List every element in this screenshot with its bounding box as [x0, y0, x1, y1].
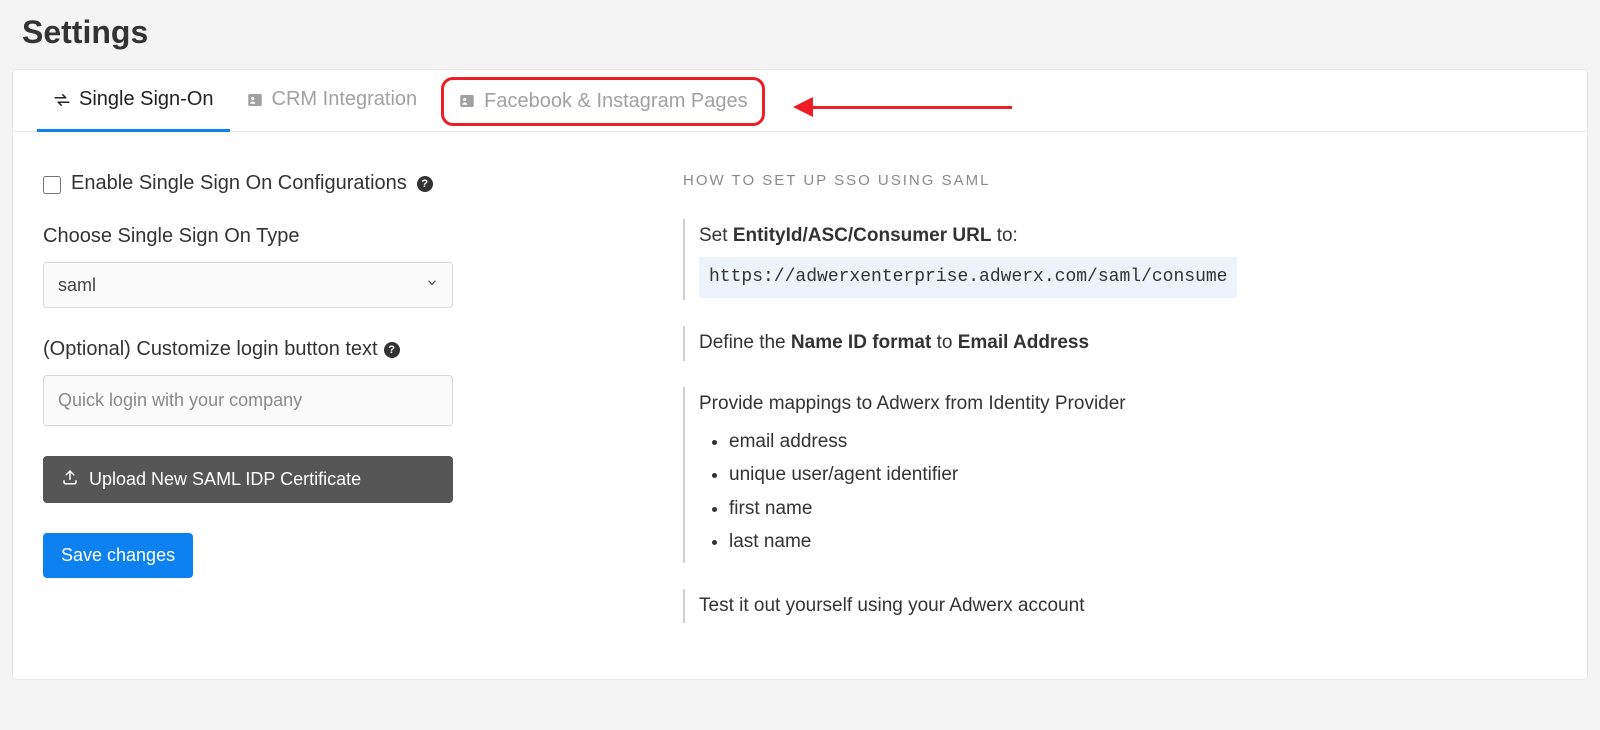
save-button-label: Save changes: [61, 545, 175, 566]
howto-step-1: Set EntityId/ASC/Consumer URL to: https:…: [683, 219, 1557, 300]
howto-section: HOW TO SET UP SSO USING SAML Set EntityI…: [683, 172, 1557, 649]
annotation-arrow: [793, 97, 1012, 117]
sso-type-select[interactable]: saml: [43, 262, 453, 308]
login-button-text-input[interactable]: [43, 375, 453, 426]
tab-label: Single Sign-On: [79, 88, 214, 111]
tab-single-sign-on[interactable]: Single Sign-On: [37, 70, 230, 132]
mapping-item: unique user/agent identifier: [729, 460, 1557, 490]
page-title: Settings: [12, 0, 1588, 69]
howto-step-2: Define the Name ID format to Email Addre…: [683, 326, 1557, 360]
tab-bar: Single Sign-On CRM Integration Facebook …: [13, 70, 1587, 132]
panel-content: Enable Single Sign On Configurations ? C…: [13, 132, 1587, 679]
contact-card-icon: [458, 92, 476, 110]
help-icon[interactable]: ?: [417, 176, 433, 192]
upload-certificate-button[interactable]: Upload New SAML IDP Certificate: [43, 456, 453, 503]
help-icon[interactable]: ?: [384, 342, 400, 358]
enable-sso-checkbox[interactable]: [43, 176, 61, 194]
upload-button-label: Upload New SAML IDP Certificate: [89, 469, 361, 490]
sso-form: Enable Single Sign On Configurations ? C…: [43, 172, 623, 649]
login-button-text-label: (Optional) Customize login button text: [43, 338, 378, 361]
howto-step-3: Provide mappings to Adwerx from Identity…: [683, 387, 1557, 563]
tab-label: Facebook & Instagram Pages: [484, 90, 747, 113]
howto-heading: HOW TO SET UP SSO USING SAML: [683, 172, 1557, 189]
howto-step-4: Test it out yourself using your Adwerx a…: [683, 589, 1557, 623]
tab-label: CRM Integration: [272, 88, 418, 111]
sso-type-label: Choose Single Sign On Type: [43, 225, 623, 248]
consumer-url-value: https://adwerxenterprise.adwerx.com/saml…: [699, 257, 1237, 298]
tab-crm-integration[interactable]: CRM Integration: [230, 70, 434, 132]
save-changes-button[interactable]: Save changes: [43, 533, 193, 578]
contact-card-icon: [246, 91, 264, 109]
mapping-item: email address: [729, 427, 1557, 457]
enable-sso-label: Enable Single Sign On Configurations: [71, 172, 407, 195]
mapping-item: first name: [729, 494, 1557, 524]
swap-icon: [53, 91, 71, 109]
settings-panel: Single Sign-On CRM Integration Facebook …: [12, 69, 1588, 680]
mapping-item: last name: [729, 527, 1557, 557]
tab-facebook-instagram[interactable]: Facebook & Instagram Pages: [441, 77, 764, 126]
upload-icon: [61, 468, 79, 491]
